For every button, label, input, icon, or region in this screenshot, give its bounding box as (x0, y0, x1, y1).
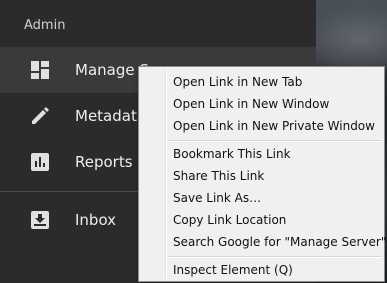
context-menu: Open Link in New Tab Open Link in New Wi… (138, 66, 386, 282)
menu-separator (168, 256, 382, 258)
menu-gutter (165, 69, 167, 279)
menu-item-open-new-window[interactable]: Open Link in New Window (173, 94, 329, 114)
section-label-admin: Admin (24, 18, 66, 33)
bar-chart-icon (30, 152, 50, 172)
sidebar-item-label: Metadata (75, 107, 147, 125)
dashboard-icon (30, 60, 50, 80)
menu-separator (168, 140, 382, 142)
menu-item-share-link[interactable]: Share This Link (173, 166, 264, 186)
menu-item-bookmark-link[interactable]: Bookmark This Link (173, 144, 291, 164)
sidebar-item-label: Reports (75, 153, 133, 171)
menu-item-search-google[interactable]: Search Google for "Manage Server" (173, 232, 386, 252)
pencil-icon (30, 106, 50, 126)
menu-item-copy-link-location[interactable]: Copy Link Location (173, 210, 286, 230)
menu-item-inspect-element[interactable]: Inspect Element (Q) (173, 260, 293, 280)
sidebar-item-label: Inbox (75, 211, 117, 229)
menu-item-open-private-window[interactable]: Open Link in New Private Window (173, 116, 375, 136)
menu-item-open-new-tab[interactable]: Open Link in New Tab (173, 72, 302, 92)
inbox-icon (30, 210, 50, 230)
menu-item-save-link-as[interactable]: Save Link As… (173, 188, 261, 208)
